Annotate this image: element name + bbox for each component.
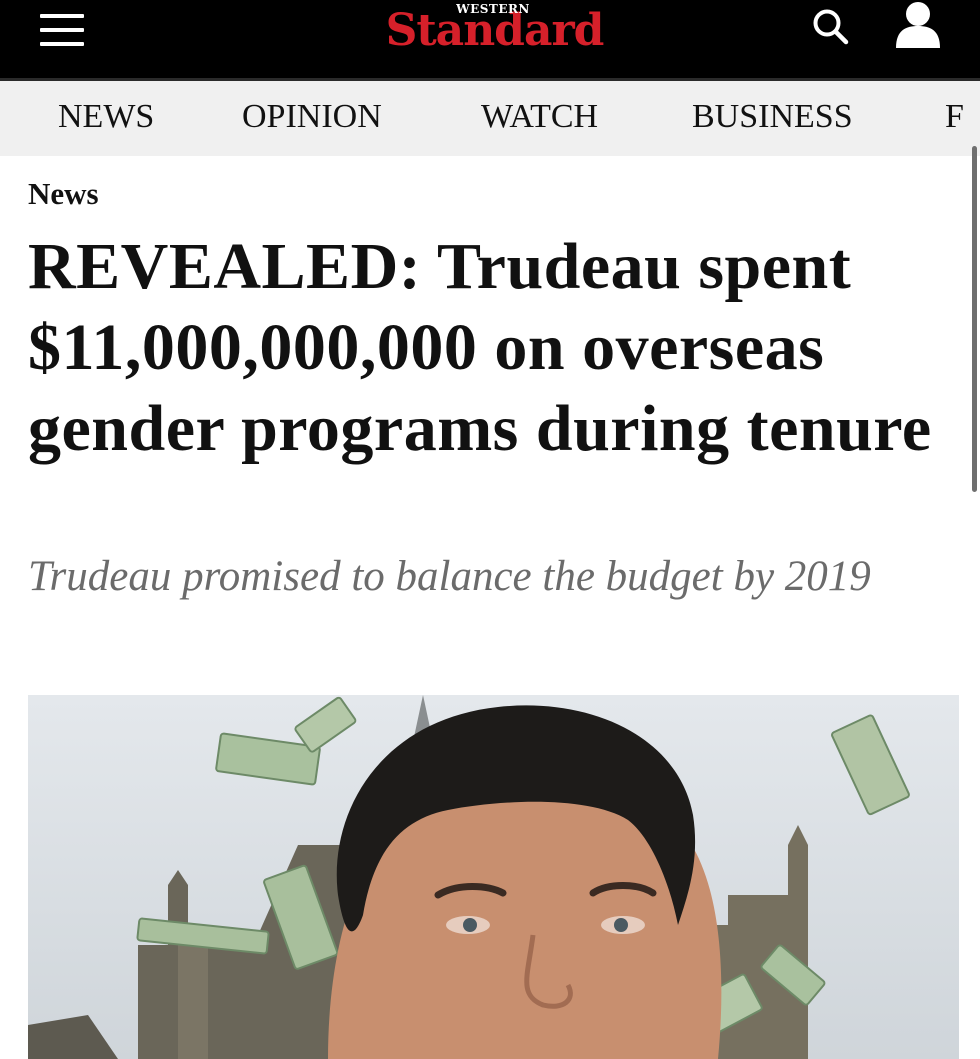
article-section-label[interactable]: News: [28, 176, 99, 212]
logo-kicker: WESTERN: [456, 2, 530, 16]
hamburger-menu-icon[interactable]: [40, 14, 84, 46]
nav-item-news[interactable]: NEWS: [58, 81, 154, 156]
person-portrait: [328, 705, 722, 1059]
user-icon[interactable]: [892, 0, 944, 50]
nav-item-watch[interactable]: WATCH: [481, 81, 598, 156]
site-header: Standard WESTERN: [0, 0, 980, 81]
hero-image: [28, 695, 959, 1059]
nav-item-opinion[interactable]: OPINION: [242, 81, 382, 156]
page-scrollbar[interactable]: [972, 146, 977, 492]
nav-item-business[interactable]: BUSINESS: [692, 81, 853, 156]
main-nav: NEWS OPINION WATCH BUSINESS F: [0, 81, 980, 156]
article-headline: REVEALED: Trudeau spent $11,000,000,000 …: [28, 230, 932, 465]
nav-item-truncated[interactable]: F: [945, 81, 964, 156]
site-logo[interactable]: Standard WESTERN: [372, 2, 617, 62]
search-icon[interactable]: [810, 6, 852, 48]
article-subheadline: Trudeau promised to balance the budget b…: [28, 553, 871, 600]
